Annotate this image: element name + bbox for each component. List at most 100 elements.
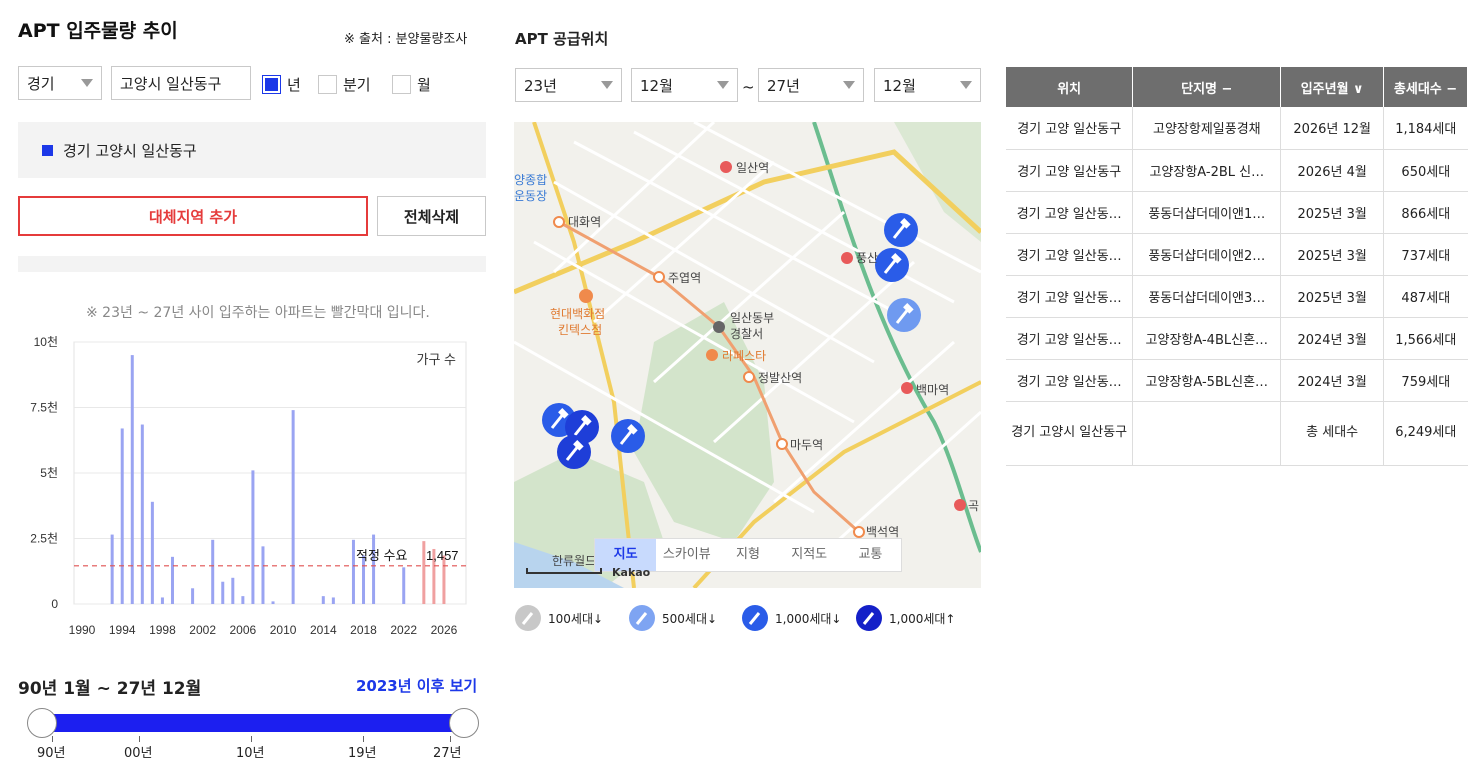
tab-skyview[interactable]: 스카이뷰 — [656, 539, 717, 571]
chart-note: ※ 23년 ~ 27년 사이 입주하는 아파트는 빨간막대 입니다. — [86, 305, 430, 321]
table-row[interactable]: 경기 고양 일산동구 고양장항제일풍경채 2026년 12월 1,184세대 — [1006, 107, 1468, 150]
add-region-button[interactable]: 대체지역 추가 — [18, 196, 368, 236]
x-tick-label: 1998 — [149, 623, 176, 637]
pin-blue-icon — [742, 605, 768, 631]
checkbox-icon — [392, 75, 411, 94]
bar — [130, 355, 134, 604]
map-label: 한류월드 — [552, 554, 596, 568]
cell-location: 경기 고양 일산동… — [1006, 275, 1134, 318]
checkbox-icon — [318, 75, 337, 94]
table-row[interactable]: 경기 고양 일산동… 풍동더샵더데이앤1… 2025년 3월 866세대 — [1006, 191, 1468, 234]
map-label: 대화역 — [568, 215, 601, 229]
slider-label: 27년 — [433, 746, 462, 761]
series-color-swatch — [42, 144, 53, 156]
x-tick-label: 2018 — [350, 623, 377, 637]
tab-terrain[interactable]: 지형 — [717, 539, 778, 571]
x-tick-label: 2026 — [431, 623, 458, 637]
legend-500: 500세대↓ — [628, 604, 717, 632]
slider-handle-start[interactable] — [27, 708, 57, 738]
cell-move-in: 2025년 3월 — [1280, 233, 1385, 276]
map-label: 곡 — [968, 499, 979, 513]
table-row[interactable]: 경기 고양 일산동… 고양장항A-5BL신혼… 2024년 3월 759세대 — [1006, 359, 1468, 402]
cell-complex: 고양장항A-2BL 신… — [1132, 149, 1282, 192]
table-header-row: 위치 단지명 − 입주년월 ∨ 총세대수 − — [1006, 67, 1468, 107]
table-row[interactable]: 경기 고양 일산동구 고양장항A-2BL 신… 2026년 4월 650세대 — [1006, 149, 1468, 192]
tab-traffic[interactable]: 교통 — [840, 539, 901, 571]
column-header-location: 위치 — [1006, 67, 1134, 107]
cell-move-in: 2025년 3월 — [1280, 275, 1385, 318]
total-empty — [1132, 401, 1282, 466]
period-month-checkbox[interactable]: 월 — [392, 74, 431, 95]
after-2023-link[interactable]: 2023년 이후 보기 — [356, 675, 477, 696]
cell-units: 650세대 — [1383, 149, 1468, 192]
table-row[interactable]: 경기 고양 일산동… 고양장항A-4BL신혼… 2024년 3월 1,566세대 — [1006, 317, 1468, 360]
cell-complex: 풍동더샵더데이앤1… — [1132, 191, 1282, 234]
bar — [402, 567, 406, 604]
legend-1000-down: 1,000세대↓ — [741, 604, 842, 632]
bar — [271, 601, 275, 604]
cell-complex: 고양장항제일풍경채 — [1132, 107, 1282, 150]
column-header-complex[interactable]: 단지명 − — [1132, 67, 1282, 107]
apt-pin-1000-icon[interactable] — [884, 213, 918, 247]
bar — [211, 539, 215, 604]
map-label: 일산동부 — [730, 311, 774, 325]
column-header-move-in[interactable]: 입주년월 ∨ — [1280, 67, 1385, 107]
cell-units: 759세대 — [1383, 359, 1468, 402]
apt-pin-1000-up-icon[interactable] — [557, 435, 591, 469]
supply-map[interactable]: 일산역 대화역 주엽역 일산동부 경찰서 라페스타 정발산역 현대백화점 킨텍스… — [514, 122, 981, 588]
map-label: 주엽역 — [668, 271, 701, 285]
bar — [150, 501, 154, 604]
bar — [372, 534, 376, 604]
bar — [191, 588, 195, 604]
bar — [140, 424, 144, 604]
province-select[interactable]: 경기 — [18, 66, 102, 100]
table-row[interactable]: 경기 고양 일산동… 풍동더샵더데이앤2… 2025년 3월 737세대 — [1006, 233, 1468, 276]
bar — [261, 546, 265, 604]
apt-pin-1000-icon[interactable] — [875, 248, 909, 282]
map-label: 백석역 — [866, 525, 899, 539]
period-month-label: 월 — [417, 76, 431, 94]
chevron-down-icon — [81, 79, 93, 87]
cell-move-in: 2024년 3월 — [1280, 317, 1385, 360]
to-year-select[interactable]: 27년 — [758, 68, 864, 102]
delete-all-button[interactable]: 전체삭제 — [377, 196, 486, 236]
from-month-select[interactable]: 12월 — [631, 68, 738, 102]
slider-handle-end[interactable] — [449, 708, 479, 738]
cell-units: 1,566세대 — [1383, 317, 1468, 360]
table-row[interactable]: 경기 고양 일산동… 풍동더샵더데이앤3… 2025년 3월 487세대 — [1006, 275, 1468, 318]
x-tick-label: 2014 — [310, 623, 337, 637]
from-year-select[interactable]: 23년 — [515, 68, 622, 102]
map-label: 마두역 — [790, 438, 823, 452]
cell-move-in: 2024년 3월 — [1280, 359, 1385, 402]
source-note: ※ 출처 : 분양물량조사 — [344, 32, 468, 47]
map-label: 라페스타 — [722, 349, 766, 363]
subway-icon — [901, 382, 913, 394]
legend-1000-up: 1,000세대↑ — [855, 604, 956, 632]
map-section-title: APT 공급위치 — [515, 30, 609, 48]
x-tick-label: 1994 — [109, 623, 136, 637]
selected-region-row: 경기 고양시 일산동구 — [18, 122, 486, 178]
bar — [331, 597, 335, 604]
legend-100: 100세대↓ — [514, 604, 603, 632]
period-slider-track[interactable] — [42, 714, 464, 732]
map-label: 운동장 — [514, 189, 547, 203]
x-tick-label: 1990 — [69, 623, 96, 637]
map-canvas: 일산역 대화역 주엽역 일산동부 경찰서 라페스타 정발산역 현대백화점 킨텍스… — [514, 122, 981, 588]
period-quarter-checkbox[interactable]: 분기 — [318, 74, 371, 95]
subway-icon — [720, 161, 732, 173]
to-month-select[interactable]: 12월 — [874, 68, 981, 102]
period-year-checkbox[interactable]: 년 — [262, 74, 301, 95]
cell-move-in: 2025년 3월 — [1280, 191, 1385, 234]
column-header-units[interactable]: 총세대수 − — [1383, 67, 1468, 107]
cell-location: 경기 고양 일산동… — [1006, 359, 1134, 402]
y-tick-label: 7.5천 — [30, 400, 58, 415]
district-select[interactable]: 고양시 일산동구 — [111, 66, 251, 100]
slider-label: 90년 — [37, 746, 66, 761]
cell-location: 경기 고양 일산동… — [1006, 191, 1134, 234]
subway-icon — [841, 252, 853, 264]
tab-cadastral[interactable]: 지적도 — [779, 539, 840, 571]
apt-pin-1000-icon[interactable] — [611, 419, 645, 453]
slider-label: 00년 — [124, 746, 153, 761]
apt-pin-500-icon[interactable] — [887, 298, 921, 332]
bar — [422, 541, 426, 604]
